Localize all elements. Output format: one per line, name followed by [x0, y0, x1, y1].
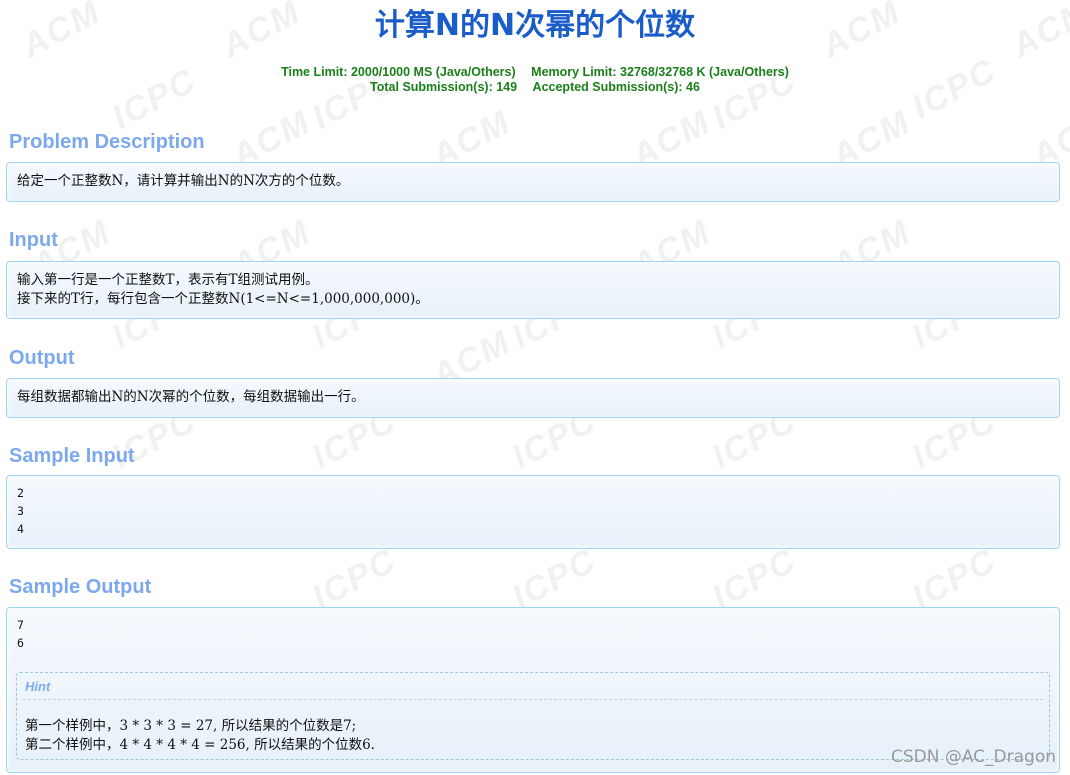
sample-input-heading: Sample Input [9, 445, 135, 467]
hint-text: 第一个样例中，3 * 3 * 3 = 27, 所以结果的个位数是7; 第二个样例… [25, 717, 375, 755]
sample-input-line: 3 [17, 504, 24, 518]
hint-label: Hint [25, 679, 51, 694]
sample-input-line: 4 [17, 522, 24, 536]
memory-limit: Memory Limit: 32768/32768 K (Java/Others… [531, 65, 789, 79]
output-box: 每组数据都输出N的N次幂的个位数，每组数据输出一行。 [6, 378, 1060, 418]
input-box: 输入第一行是一个正整数T，表示有T组测试用例。 接下来的T行，每行包含一个正整数… [6, 261, 1060, 319]
input-heading: Input [9, 229, 58, 251]
hint-line: 第一个样例中，3 * 3 * 3 = 27, 所以结果的个位数是7; [25, 718, 357, 734]
hint-line: 第二个样例中，4 * 4 * 4 * 4 = 256, 所以结果的个位数6. [25, 737, 375, 753]
input-line: 输入第一行是一个正整数T，表示有T组测试用例。 [17, 272, 319, 288]
time-limit: Time Limit: 2000/1000 MS (Java/Others) [281, 65, 516, 79]
hint-divider [23, 699, 1043, 700]
accepted-submissions: Accepted Submission(s): 46 [532, 80, 700, 94]
limits-block: Time Limit: 2000/1000 MS (Java/Others) M… [0, 65, 1070, 95]
problem-description-heading: Problem Description [9, 131, 205, 153]
csdn-watermark: CSDN @AC_Dragon [890, 747, 1056, 767]
sample-output-line: 7 [17, 618, 24, 632]
sample-output-heading: Sample Output [9, 576, 152, 598]
sample-input-box: 2 3 4 [6, 475, 1060, 549]
description-line: 给定一个正整数N，请计算并输出N的N次方的个位数。 [17, 173, 350, 189]
problem-description-box: 给定一个正整数N，请计算并输出N的N次方的个位数。 [6, 162, 1060, 202]
input-line: 接下来的T行，每行包含一个正整数N(1<=N<=1,000,000,000)。 [17, 291, 429, 307]
sample-output-line: 6 [17, 636, 24, 650]
total-submissions: Total Submission(s): 149 [370, 80, 518, 94]
sample-input-line: 2 [17, 486, 24, 500]
output-line: 每组数据都输出N的N次幂的个位数，每组数据输出一行。 [17, 389, 365, 405]
problem-title: 计算N的N次幂的个位数 [374, 8, 696, 43]
output-heading: Output [9, 347, 75, 369]
